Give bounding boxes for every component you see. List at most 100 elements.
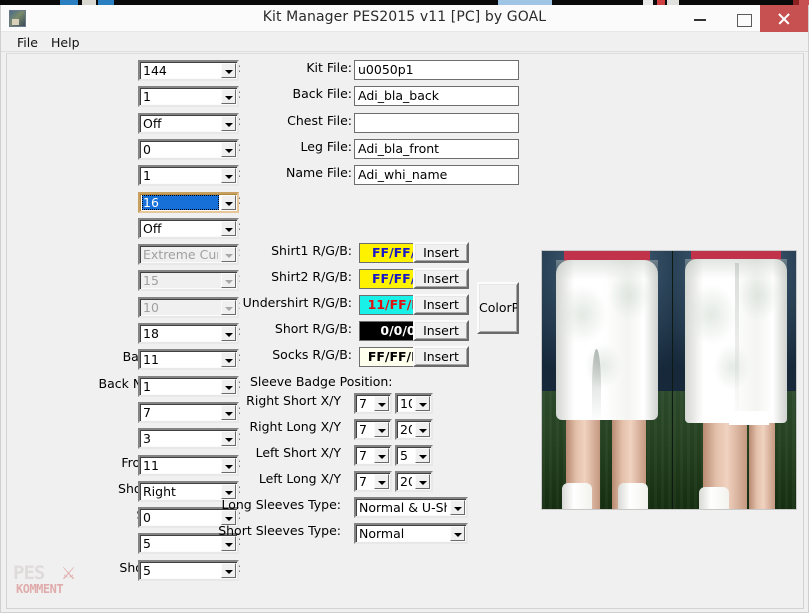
- combo-shirt-model-value: 144: [143, 64, 167, 78]
- combo-short-sleeves-type[interactable]: Normal: [354, 523, 468, 544]
- combo-short-number-size-value: 5: [143, 564, 151, 578]
- chevron-down-icon[interactable]: [374, 474, 389, 489]
- combo-name-y-value: 15: [143, 274, 159, 288]
- combo-right-long-x-y-y-value: 20: [400, 423, 412, 437]
- combo-short-model-value: 16: [142, 195, 219, 210]
- combo-short-model[interactable]: 16: [138, 192, 239, 213]
- combo-name-y: 15: [138, 270, 239, 291]
- label-chest-file: Chest File:: [287, 113, 352, 128]
- chevron-down-icon[interactable]: [221, 352, 236, 367]
- chevron-down-icon[interactable]: [221, 563, 236, 578]
- combo-back-number-size-value: 11: [143, 353, 159, 367]
- combo-back-number-size[interactable]: 11: [138, 349, 239, 370]
- input-kit-file[interactable]: u0050p1: [354, 60, 519, 80]
- combo-name[interactable]: Off: [138, 218, 239, 239]
- chevron-down-icon[interactable]: [221, 142, 236, 157]
- input-name-file-value: Adi_whi_name: [358, 168, 448, 182]
- watermark-figure-icon: ⚔: [61, 564, 77, 584]
- shorts-back-view: [673, 251, 796, 509]
- combo-shirt-model[interactable]: 144: [138, 60, 239, 81]
- chevron-down-icon[interactable]: [221, 116, 236, 131]
- chevron-down-icon[interactable]: [221, 221, 236, 236]
- label-back-file: Back File:: [292, 86, 352, 101]
- shorts-front-view: [542, 251, 672, 509]
- combo-left-long-x-y-y-value: 20: [400, 475, 412, 489]
- input-leg-file[interactable]: Adi_bla_front: [354, 139, 519, 159]
- close-button[interactable]: [760, 5, 808, 32]
- combo-tight-value: Off: [143, 117, 162, 131]
- input-chest-file[interactable]: [354, 113, 519, 133]
- combo-right-short-x-y-y[interactable]: 10: [395, 393, 433, 414]
- input-back-file-value: Adi_bla_back: [358, 89, 440, 103]
- combo-left-long-x-y-y[interactable]: 20: [395, 471, 433, 492]
- combo-shirt-pattern[interactable]: 0: [138, 139, 239, 160]
- chevron-down-icon[interactable]: [374, 422, 389, 437]
- combo-front-number-y[interactable]: 3: [138, 428, 239, 449]
- insert-button-socks-r-g-b[interactable]: Insert: [413, 346, 469, 367]
- combo-winter-collar[interactable]: 1: [138, 165, 239, 186]
- sock-left-front: [562, 483, 592, 509]
- chevron-down-icon[interactable]: [221, 326, 236, 341]
- chevron-down-icon[interactable]: [221, 168, 236, 183]
- chevron-down-icon[interactable]: [221, 89, 236, 104]
- label-undershirt-r-g-b: Undershirt R/G/B:: [242, 295, 352, 310]
- minimize-button[interactable]: [679, 5, 722, 32]
- chevron-down-icon[interactable]: [415, 474, 430, 489]
- label-short-sleeves-type: Short Sleeves Type:: [218, 523, 341, 538]
- chevron-down-icon: [221, 247, 236, 262]
- combo-long-sleeves-type[interactable]: Normal & U-Shirt: [354, 497, 468, 518]
- combo-short-number-y-value: 5: [143, 537, 151, 551]
- combo-front-number-x-value: 7: [143, 406, 151, 420]
- insert-button-shirt1-r-g-b[interactable]: Insert: [413, 242, 469, 263]
- menu-item-file[interactable]: File: [13, 35, 42, 50]
- input-back-file[interactable]: Adi_bla_back: [354, 86, 519, 106]
- chevron-down-icon[interactable]: [221, 431, 236, 446]
- combo-collar[interactable]: 1: [138, 86, 239, 107]
- insert-button-shirt2-r-g-b[interactable]: Insert: [413, 268, 469, 289]
- chevron-down-icon[interactable]: [415, 396, 430, 411]
- combo-right-long-x-y-y[interactable]: 20: [395, 419, 433, 440]
- sock-right-front: [618, 483, 648, 509]
- menu-item-help[interactable]: Help: [47, 35, 84, 50]
- input-kit-file-value: u0050p1: [358, 63, 414, 77]
- combo-front-number-y-value: 3: [143, 432, 151, 446]
- combo-right-short-x-y-x[interactable]: 7: [354, 393, 392, 414]
- chevron-down-icon[interactable]: [221, 536, 236, 551]
- combo-shirt-pattern-value: 0: [143, 143, 151, 157]
- waistband-front: [556, 260, 658, 280]
- combo-long-sleeves-type-value: Normal & U-Shirt: [359, 501, 447, 515]
- chevron-down-icon[interactable]: [450, 500, 465, 515]
- chevron-down-icon[interactable]: [221, 63, 236, 78]
- watermark-bottom-text: KOMMENT: [16, 582, 64, 596]
- combo-left-short-x-y-y[interactable]: 5: [395, 445, 433, 466]
- combo-collar-value: 1: [143, 90, 151, 104]
- maximize-button[interactable]: [722, 5, 765, 32]
- combo-name-size: 10: [138, 297, 239, 318]
- title-bar[interactable]: Kit Manager PES2015 v11 [PC] by GOAL: [1, 5, 808, 32]
- combo-back-number-y[interactable]: 18: [138, 323, 239, 344]
- insert-button-undershirt-r-g-b[interactable]: Insert: [413, 294, 469, 315]
- combo-right-short-x-y-x-value: 7: [359, 397, 367, 411]
- combo-right-long-x-y-x[interactable]: 7: [354, 419, 392, 440]
- combo-left-short-x-y-x[interactable]: 7: [354, 445, 392, 466]
- insert-button-short-r-g-b[interactable]: Insert: [413, 320, 469, 341]
- chevron-down-icon[interactable]: [415, 422, 430, 437]
- combo-front-number-size[interactable]: 11: [138, 455, 239, 476]
- chevron-down-icon[interactable]: [374, 396, 389, 411]
- colorpic-button[interactable]: ColorPic: [477, 282, 519, 334]
- combo-tight[interactable]: Off: [138, 113, 239, 134]
- chevron-down-icon[interactable]: [415, 448, 430, 463]
- combo-short-number-side-value: Right: [143, 485, 176, 499]
- chevron-down-icon[interactable]: [374, 448, 389, 463]
- combo-front-number-x[interactable]: 7: [138, 402, 239, 423]
- chevron-down-icon[interactable]: [221, 195, 236, 210]
- client-area: Shirt Model:144Collar:1Tight:OffShirt Pa…: [6, 53, 804, 609]
- combo-short-number-size[interactable]: 5: [138, 560, 239, 581]
- chevron-down-icon[interactable]: [221, 458, 236, 473]
- chevron-down-icon[interactable]: [450, 526, 465, 541]
- combo-left-long-x-y-x[interactable]: 7: [354, 471, 392, 492]
- input-name-file[interactable]: Adi_whi_name: [354, 165, 519, 185]
- chevron-down-icon[interactable]: [221, 379, 236, 394]
- chevron-down-icon[interactable]: [221, 405, 236, 420]
- combo-back-number-spacing[interactable]: 1: [138, 376, 239, 397]
